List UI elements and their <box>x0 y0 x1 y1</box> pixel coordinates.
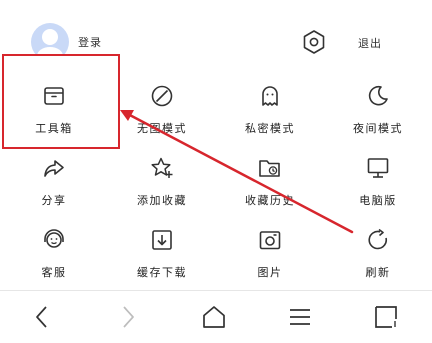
private-mode-button[interactable]: 私密模式 <box>216 74 324 146</box>
refresh-button[interactable]: 刷新 <box>324 218 432 290</box>
menu-label: 分享 <box>41 194 67 207</box>
no-image-mode-button[interactable]: 无图模式 <box>108 74 216 146</box>
login-link[interactable]: 登录 <box>78 34 102 50</box>
no-image-icon <box>151 85 173 107</box>
headset-icon <box>44 229 64 248</box>
bookmarks-history-button[interactable]: 收藏历史 <box>216 146 324 218</box>
image-button[interactable]: 图片 <box>216 218 324 290</box>
star-add-icon <box>151 157 173 178</box>
menu-grid: 工具箱 无图模式 私密模式 夜间模式 分享 添加收藏 收藏历史 电脑版 客服 缓… <box>0 74 432 290</box>
add-bookmark-button[interactable]: 添加收藏 <box>108 146 216 218</box>
menu-button[interactable] <box>286 303 314 331</box>
home-icon <box>203 306 225 328</box>
menu-label: 图片 <box>257 266 283 279</box>
avatar-icon[interactable] <box>30 22 70 62</box>
forward-icon <box>123 306 134 328</box>
menu-label: 夜间模式 <box>353 122 403 135</box>
download-icon <box>152 230 172 250</box>
moon-icon <box>368 85 388 106</box>
tabs-button[interactable] <box>372 303 400 331</box>
menu-label: 添加收藏 <box>137 194 187 207</box>
settings-icon[interactable] <box>300 28 328 56</box>
share-button[interactable]: 分享 <box>0 146 108 218</box>
folder-clock-icon <box>259 160 280 177</box>
menu-label: 无图模式 <box>137 122 187 135</box>
menu-label: 缓存下载 <box>137 266 187 279</box>
menu-label: 刷新 <box>365 266 391 279</box>
menu-label: 工具箱 <box>35 122 73 135</box>
menu-label: 收藏历史 <box>245 194 295 207</box>
toolbox-icon <box>44 87 64 105</box>
forward-button[interactable] <box>114 303 142 331</box>
customer-service-button[interactable]: 客服 <box>0 218 108 290</box>
desktop-version-button[interactable]: 电脑版 <box>324 146 432 218</box>
ghost-icon <box>262 86 278 106</box>
image-icon <box>259 231 281 250</box>
toolbox-button[interactable]: 工具箱 <box>0 74 108 146</box>
home-button[interactable] <box>200 303 228 331</box>
night-mode-button[interactable]: 夜间模式 <box>324 74 432 146</box>
back-icon <box>36 306 47 328</box>
menu-icon <box>290 309 310 325</box>
menu-label: 客服 <box>41 266 67 279</box>
cache-download-button[interactable]: 缓存下载 <box>108 218 216 290</box>
tabs-icon <box>375 306 397 328</box>
refresh-icon <box>368 228 388 250</box>
menu-label: 电脑版 <box>359 194 397 207</box>
back-button[interactable] <box>28 303 56 331</box>
share-icon <box>44 160 64 177</box>
menu-label: 私密模式 <box>245 122 295 135</box>
monitor-icon <box>367 158 389 178</box>
bottom-navigation <box>0 290 432 343</box>
menu-header: 登录 退出 <box>0 0 432 74</box>
logout-button[interactable]: 退出 <box>358 35 382 51</box>
